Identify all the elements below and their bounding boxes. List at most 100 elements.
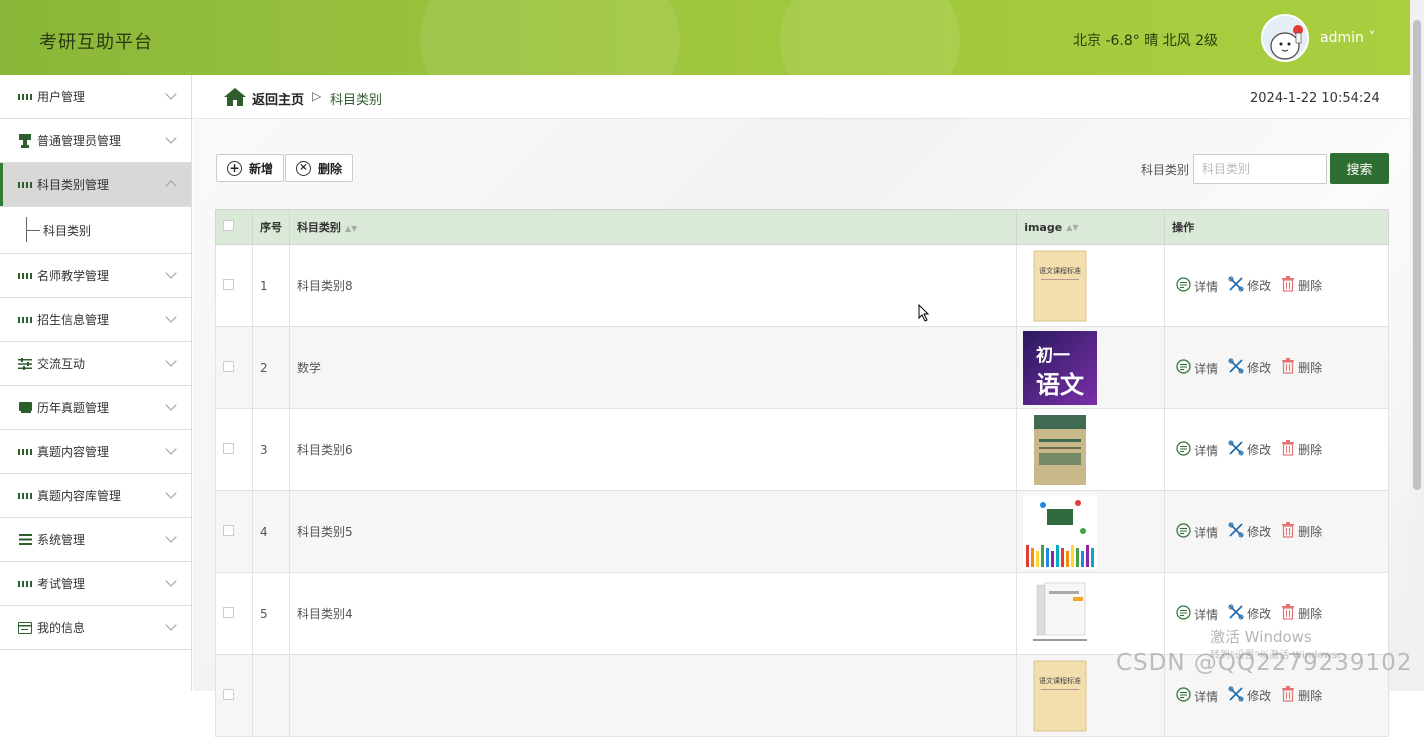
sidebar-item-admin-management[interactable]: 普通管理员管理 [0,119,191,163]
user-menu[interactable]: admin ˅ [1320,30,1375,46]
list-icon [18,533,32,547]
plus-circle-icon: + [227,160,242,176]
trash-icon [1281,604,1298,623]
chevron-down-icon [165,267,177,279]
sidebar-item-admission-management[interactable]: 招生信息管理 [0,298,191,342]
detail-action[interactable]: 详情 [1176,277,1218,295]
delete-action[interactable]: 删除 [1281,604,1322,623]
detail-icon [1176,605,1194,623]
search-input[interactable] [1193,154,1327,184]
delete-action[interactable]: 删除 [1281,358,1322,377]
detail-icon [1176,523,1194,541]
edit-action[interactable]: 修改 [1228,440,1271,459]
select-all-cell[interactable] [215,209,253,245]
row-select-cell[interactable] [215,654,253,737]
sidebar-item-exam-library[interactable]: 真题内容库管理 [0,474,191,518]
detail-action[interactable]: 详情 [1176,523,1218,541]
row-checkbox[interactable] [223,278,234,290]
sidebar-item-past-exams[interactable]: 历年真题管理 [0,386,191,430]
detail-action[interactable]: 详情 [1176,441,1218,459]
sidebar-item-label: 真题内容库管理 [37,489,122,503]
row-checkbox[interactable] [223,360,234,372]
row-subject-category: 科目类别5 [288,490,1018,573]
table-row: 3 科目类别6 详情 修改 删除 [215,408,1389,491]
trash-icon [1281,276,1298,295]
thumbnail-image[interactable]: 语文课程标准 [1023,249,1164,323]
sort-icon[interactable]: ▲▼ [1066,223,1078,232]
row-number: 3 [251,408,290,491]
action-label: 详情 [1194,443,1219,458]
breadcrumb-home[interactable]: 返回主页 [252,89,304,108]
row-select-cell[interactable] [215,326,253,409]
column-header[interactable]: 科目类别 ▲▼ [288,209,1018,245]
page-scrollbar[interactable] [1410,0,1424,691]
edit-action[interactable]: 修改 [1228,686,1271,705]
detail-action[interactable]: 详情 [1176,605,1218,623]
chevron-down-icon [165,487,177,499]
sidebar-item-user-management[interactable]: 用户管理 [0,75,191,119]
action-label: 修改 [1247,607,1272,621]
avatar[interactable] [1261,14,1309,62]
thumbnail-image[interactable] [1023,413,1164,487]
row-select-cell[interactable] [215,408,253,491]
edit-action[interactable]: 修改 [1228,276,1271,295]
column-header: 操作 [1164,209,1389,245]
row-checkbox[interactable] [223,524,234,536]
delete-action[interactable]: 删除 [1281,522,1322,541]
sidebar-item-teacher-management[interactable]: 名师教学管理 [0,254,191,298]
thumbnail-image[interactable] [1023,494,1164,569]
trash-icon [1281,358,1298,377]
action-label: 修改 [1247,525,1272,539]
thumbnail-image[interactable] [1023,576,1164,651]
chevron-down-icon [165,531,177,543]
sidebar-item-my-info[interactable]: 我的信息 [0,606,191,650]
row-checkbox[interactable] [223,442,234,454]
edit-action[interactable]: 修改 [1228,358,1271,377]
table-header-row: 序号 科目类别 ▲▼ image ▲▼ 操作 [215,209,1389,245]
row-select-cell[interactable] [215,490,253,573]
current-datetime: 2024-1-22 10:54:24 [1250,91,1380,106]
sidebar-item-system-management[interactable]: 系统管理 [0,518,191,562]
search-button[interactable]: 搜索 [1330,153,1389,184]
sidebar-subitem-subject-category[interactable]: 科目类别 [0,207,191,254]
row-checkbox[interactable] [223,688,234,700]
row-select-cell[interactable] [215,572,253,655]
sidebar: 用户管理 普通管理员管理 科目类别管理 科目类别 名师教学管理 招生信息管理 交… [0,75,192,691]
add-button[interactable]: + 新增 [216,154,285,182]
grid-icon [18,90,32,104]
thumbnail-image[interactable]: 初一 语文 [1023,330,1164,405]
row-actions: 详情 修改 删除 [1164,326,1389,409]
action-label: 修改 [1247,361,1272,375]
column-header[interactable]: image ▲▼ [1016,209,1166,245]
sidebar-item-label: 交流互动 [37,357,86,371]
row-select-cell[interactable] [215,244,253,327]
row-actions: 详情 修改 删除 [1164,408,1389,491]
detail-action[interactable]: 详情 [1176,687,1218,705]
svg-text:语文课程标准: 语文课程标准 [1039,676,1081,685]
select-all-checkbox[interactable] [223,220,234,231]
breadcrumb: 返回主页 ▷ 科目类别 2024-1-22 10:54:24 [193,75,1410,119]
column-header: 序号 [251,209,290,245]
scrollbar-thumb[interactable] [1413,20,1421,490]
row-image-cell: 初一 语文 [1016,326,1166,409]
close-circle-icon: × [296,160,311,176]
delete-button[interactable]: × 删除 [285,154,354,182]
detail-action[interactable]: 详情 [1176,359,1218,377]
delete-action[interactable]: 删除 [1281,440,1322,459]
header-decoration [420,0,680,75]
sidebar-item-subject-category-management[interactable]: 科目类别管理 [0,163,191,207]
sidebar-item-exam-management[interactable]: 考试管理 [0,562,191,606]
home-icon[interactable] [224,88,246,110]
edit-action[interactable]: 修改 [1228,604,1271,623]
action-label: 修改 [1247,443,1272,457]
row-subject-category: 科目类别8 [288,244,1018,327]
delete-action[interactable]: 删除 [1281,686,1322,705]
delete-action[interactable]: 删除 [1281,276,1322,295]
row-checkbox[interactable] [223,606,234,618]
sidebar-item-exam-content[interactable]: 真题内容管理 [0,430,191,474]
table-row: 2 数学 初一 语文 详情 修改 删除 [215,326,1389,409]
sidebar-item-label: 名师教学管理 [37,269,110,283]
edit-action[interactable]: 修改 [1228,522,1271,541]
sort-icon[interactable]: ▲▼ [345,224,357,233]
sidebar-item-interaction[interactable]: 交流互动 [0,342,191,386]
